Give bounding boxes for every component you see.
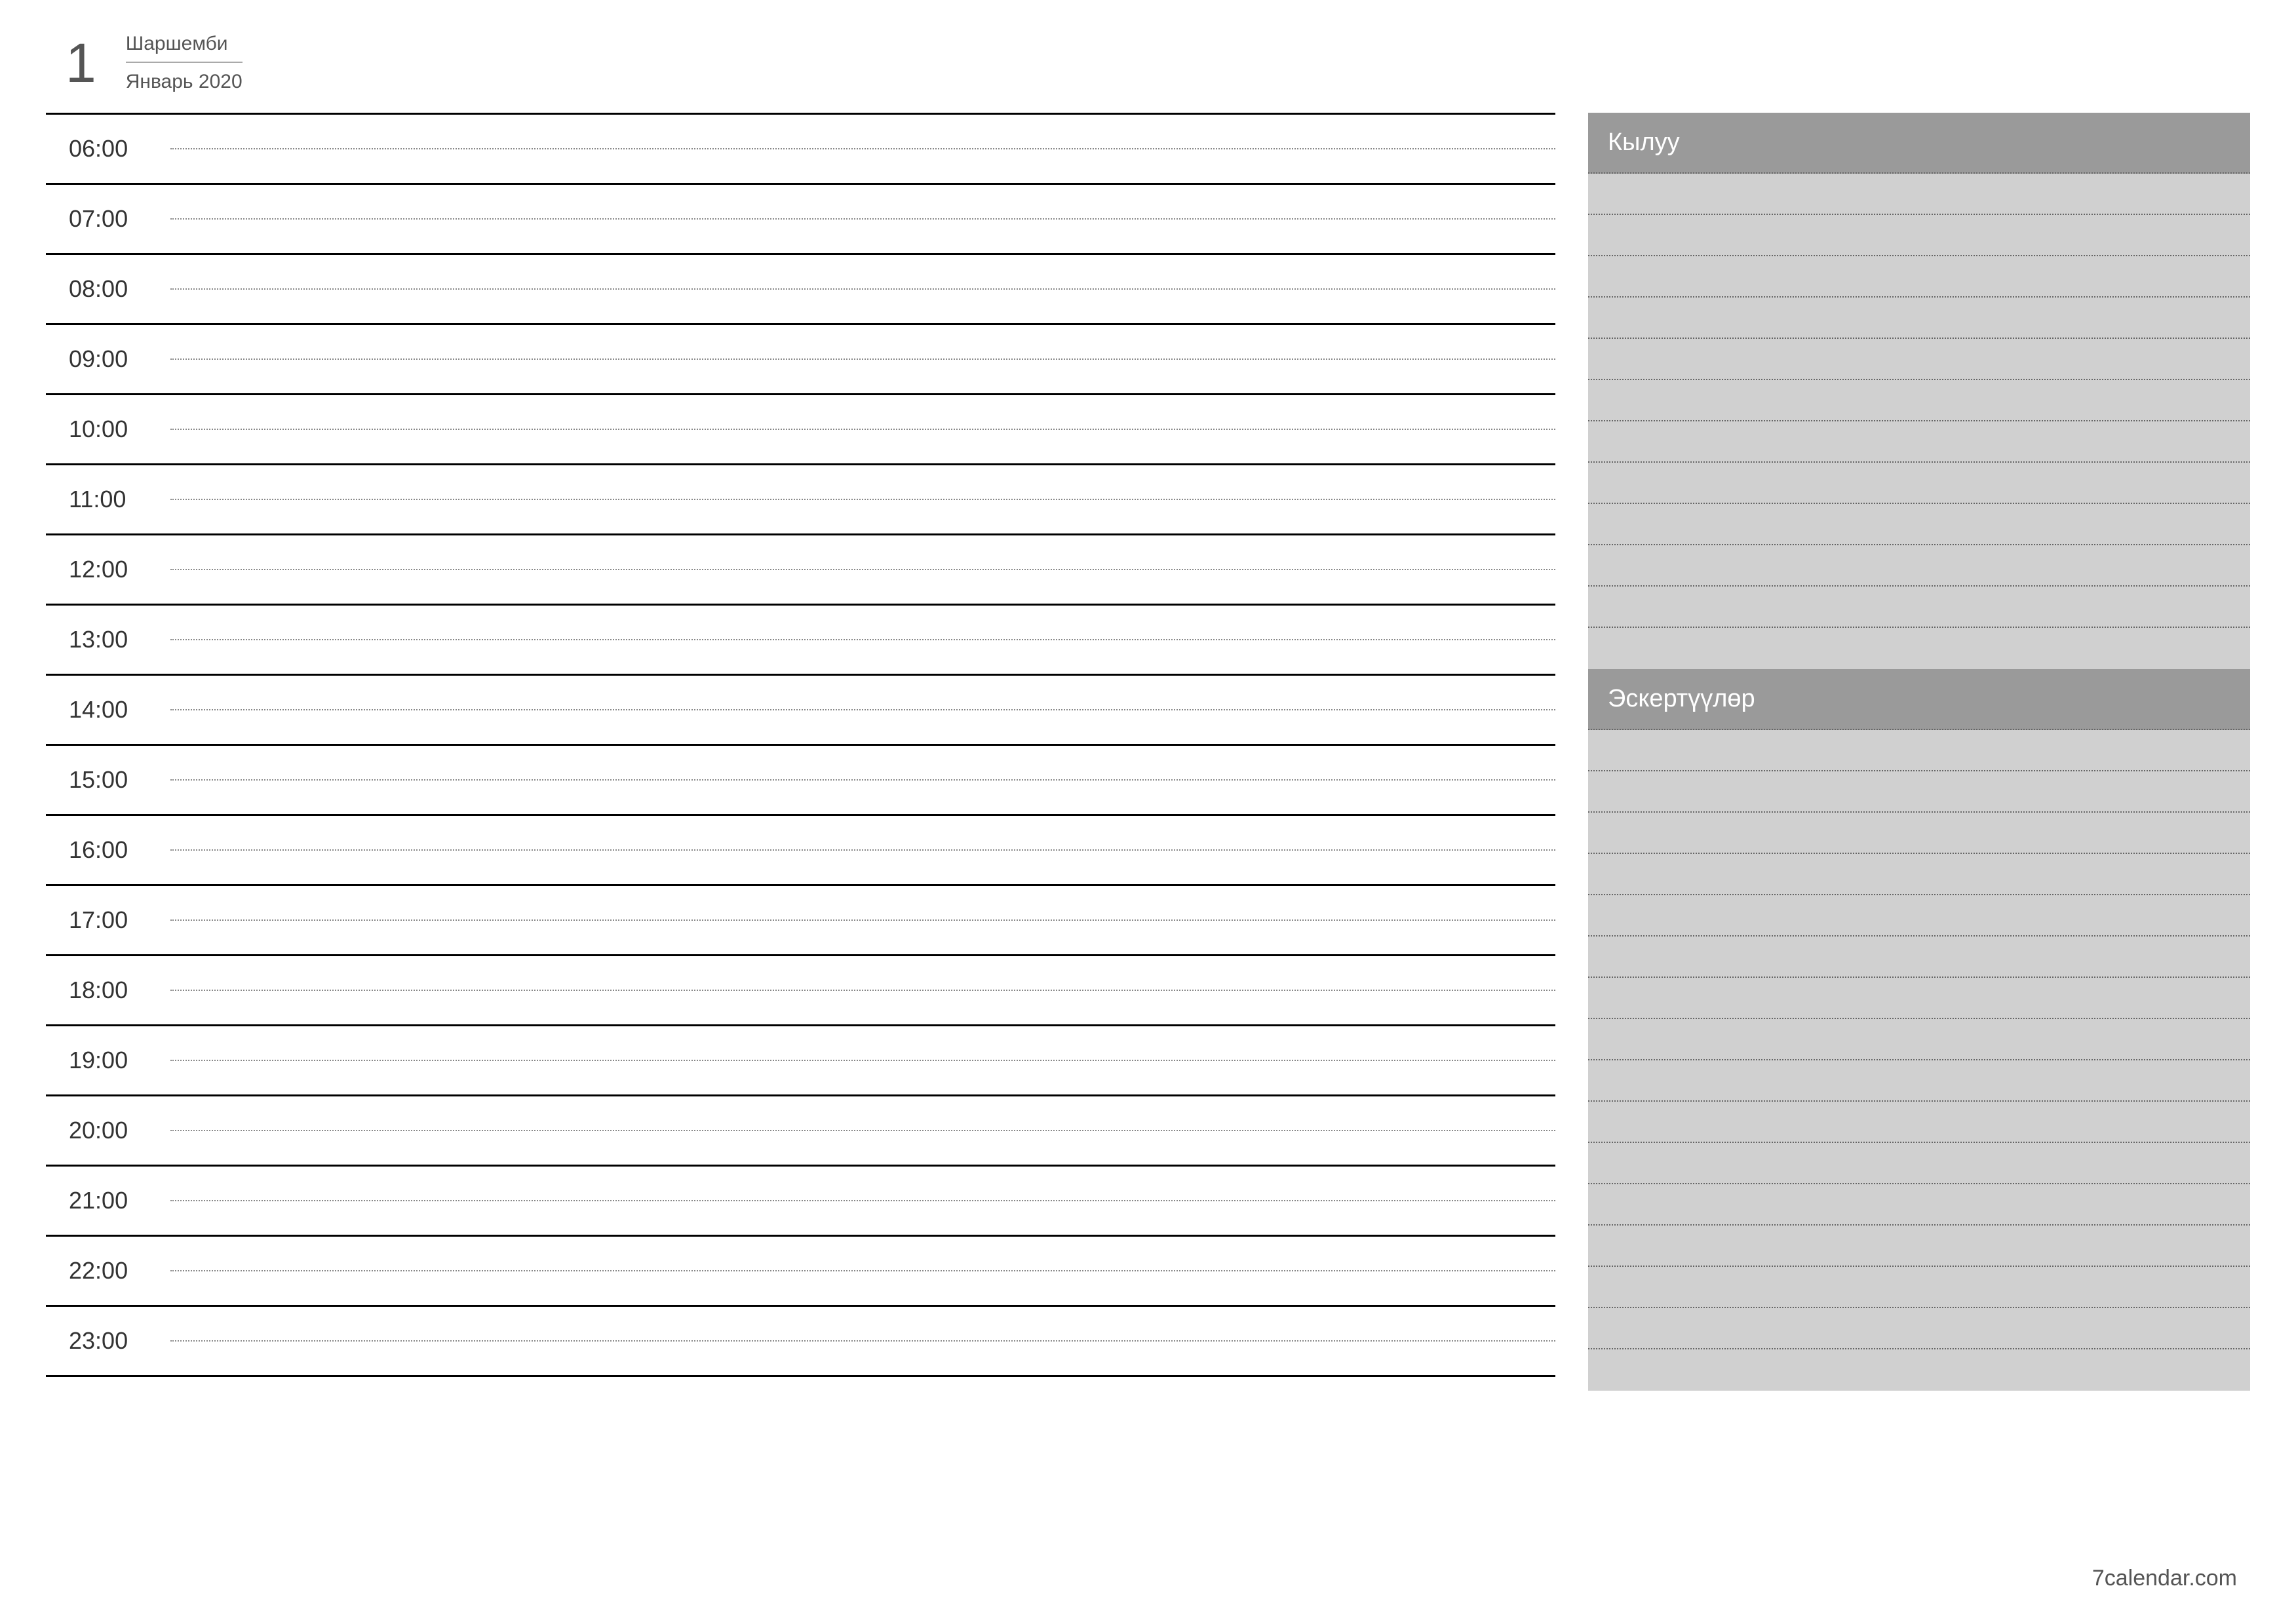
notes-line xyxy=(1588,1267,2250,1308)
time-write-line xyxy=(170,1060,1555,1061)
time-row: 18:00 xyxy=(46,956,1555,1026)
notes-line xyxy=(1588,1102,2250,1143)
time-row: 06:00 xyxy=(46,115,1555,185)
todo-line xyxy=(1588,504,2250,545)
notes-line xyxy=(1588,854,2250,895)
time-label: 13:00 xyxy=(46,626,170,653)
notes-header: Эскертүүлөр xyxy=(1588,669,2250,730)
time-row: 14:00 xyxy=(46,676,1555,746)
time-row: 23:00 xyxy=(46,1307,1555,1377)
todo-line xyxy=(1588,298,2250,339)
time-write-line xyxy=(170,569,1555,570)
time-label: 15:00 xyxy=(46,766,170,794)
todo-line xyxy=(1588,380,2250,421)
time-label: 08:00 xyxy=(46,275,170,303)
todo-line xyxy=(1588,587,2250,628)
notes-line xyxy=(1588,978,2250,1019)
time-write-line xyxy=(170,1340,1555,1342)
time-row: 22:00 xyxy=(46,1237,1555,1307)
time-label: 22:00 xyxy=(46,1257,170,1285)
todo-line xyxy=(1588,256,2250,298)
month-year-label: Январь 2020 xyxy=(126,71,243,93)
time-row: 17:00 xyxy=(46,886,1555,956)
day-number: 1 xyxy=(66,35,96,90)
notes-line xyxy=(1588,813,2250,854)
time-write-line xyxy=(170,639,1555,640)
time-label: 09:00 xyxy=(46,345,170,373)
time-row: 21:00 xyxy=(46,1167,1555,1237)
time-label: 11:00 xyxy=(46,486,170,513)
time-write-line xyxy=(170,429,1555,430)
notes-line xyxy=(1588,771,2250,813)
time-write-line xyxy=(170,218,1555,220)
day-meta: Шаршемби Январь 2020 xyxy=(126,33,243,93)
time-write-line xyxy=(170,919,1555,921)
time-write-line xyxy=(170,709,1555,710)
notes-line xyxy=(1588,1143,2250,1184)
notes-line xyxy=(1588,1184,2250,1226)
todo-header: Кылуу xyxy=(1588,113,2250,174)
time-label: 12:00 xyxy=(46,556,170,583)
notes-line xyxy=(1588,1349,2250,1391)
time-row: 16:00 xyxy=(46,816,1555,886)
time-label: 07:00 xyxy=(46,205,170,233)
time-row: 10:00 xyxy=(46,395,1555,465)
time-write-line xyxy=(170,1130,1555,1131)
time-label: 10:00 xyxy=(46,416,170,443)
notes-line xyxy=(1588,937,2250,978)
todo-line xyxy=(1588,174,2250,215)
todo-panel xyxy=(1588,174,2250,669)
time-label: 14:00 xyxy=(46,696,170,724)
time-label: 06:00 xyxy=(46,135,170,163)
time-row: 15:00 xyxy=(46,746,1555,816)
time-row: 08:00 xyxy=(46,255,1555,325)
time-row: 20:00 xyxy=(46,1096,1555,1167)
notes-line xyxy=(1588,730,2250,771)
time-write-line xyxy=(170,148,1555,149)
notes-line xyxy=(1588,1060,2250,1102)
time-row: 11:00 xyxy=(46,465,1555,535)
planner-content: 06:00 07:00 08:00 09:00 10:00 11:00 12:00 13:00… xyxy=(46,113,2250,1391)
weekday-label: Шаршемби xyxy=(126,33,243,55)
todo-line xyxy=(1588,215,2250,256)
notes-line xyxy=(1588,1019,2250,1060)
footer-site: 7calendar.com xyxy=(2092,1566,2237,1591)
time-row: 13:00 xyxy=(46,606,1555,676)
time-row: 12:00 xyxy=(46,535,1555,606)
time-write-line xyxy=(170,499,1555,500)
time-label: 16:00 xyxy=(46,836,170,864)
time-write-line xyxy=(170,990,1555,991)
todo-line xyxy=(1588,545,2250,587)
time-label: 23:00 xyxy=(46,1327,170,1355)
todo-line xyxy=(1588,421,2250,463)
notes-line xyxy=(1588,1308,2250,1349)
time-row: 07:00 xyxy=(46,185,1555,255)
time-write-line xyxy=(170,288,1555,290)
time-label: 18:00 xyxy=(46,976,170,1004)
time-write-line xyxy=(170,1200,1555,1201)
time-write-line xyxy=(170,1270,1555,1271)
time-label: 21:00 xyxy=(46,1187,170,1214)
time-write-line xyxy=(170,358,1555,360)
header-divider xyxy=(126,62,243,63)
time-label: 20:00 xyxy=(46,1117,170,1144)
sidebar-column: Кылуу Эскертүүлөр xyxy=(1588,113,2250,1391)
notes-line xyxy=(1588,1226,2250,1267)
time-label: 19:00 xyxy=(46,1047,170,1074)
todo-line xyxy=(1588,339,2250,380)
time-row: 19:00 xyxy=(46,1026,1555,1096)
time-row: 09:00 xyxy=(46,325,1555,395)
todo-line xyxy=(1588,463,2250,504)
time-label: 17:00 xyxy=(46,906,170,934)
time-write-line xyxy=(170,849,1555,851)
planner-header: 1 Шаршемби Январь 2020 xyxy=(46,33,2250,113)
todo-line xyxy=(1588,628,2250,669)
schedule-column: 06:00 07:00 08:00 09:00 10:00 11:00 12:00 13:00… xyxy=(46,113,1555,1377)
time-write-line xyxy=(170,779,1555,781)
notes-line xyxy=(1588,895,2250,937)
notes-panel xyxy=(1588,730,2250,1391)
